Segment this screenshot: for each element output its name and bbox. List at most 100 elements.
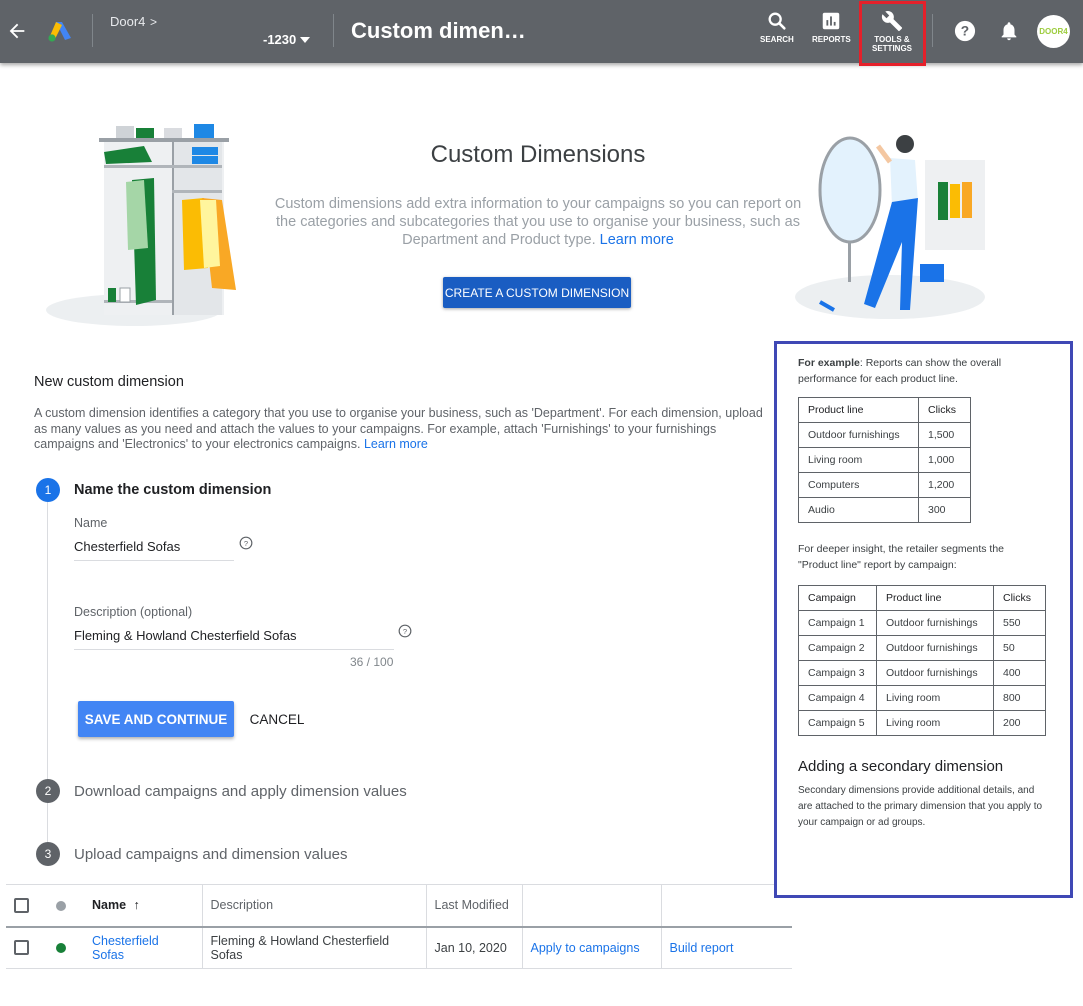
last-modified-column-header[interactable]: Last Modified bbox=[425, 884, 522, 928]
new-dimension-title: New custom dimension bbox=[34, 374, 184, 390]
name-input[interactable] bbox=[74, 539, 234, 561]
table-row: Computers 1,200 bbox=[798, 472, 971, 498]
table-cell: 300 bbox=[918, 497, 971, 523]
table-cell: Audio bbox=[798, 497, 919, 523]
create-custom-dimension-button[interactable]: CREATE A CUSTOM DIMENSION bbox=[443, 277, 631, 308]
row-apply-cell: Apply to campaigns bbox=[521, 926, 661, 969]
build-report-link[interactable]: Build report bbox=[670, 941, 734, 955]
table-cell: Outdoor furnishings bbox=[876, 635, 994, 661]
table-cell: Campaign 4 bbox=[798, 685, 877, 711]
back-arrow-icon[interactable] bbox=[6, 20, 28, 42]
search-label: SEARCH bbox=[760, 35, 794, 44]
google-ads-logo-icon[interactable] bbox=[47, 20, 73, 42]
secondary-dimension-text: Secondary dimensions provide additional … bbox=[798, 785, 1043, 828]
secondary-dimension-heading: Adding a secondary dimension bbox=[798, 758, 1004, 775]
new-dimension-description: A custom dimension identifies a category… bbox=[34, 406, 764, 453]
topbar-divider bbox=[333, 14, 334, 47]
status-header-cell bbox=[56, 884, 84, 928]
table-row: Campaign 5 Living room 200 bbox=[798, 710, 1046, 736]
table-cell: 1,200 bbox=[918, 472, 971, 498]
table-cell: Outdoor furnishings bbox=[876, 610, 994, 636]
name-column-header[interactable]: Name ↑ bbox=[84, 884, 202, 928]
row-checkbox[interactable] bbox=[14, 940, 29, 956]
status-enabled-dot bbox=[56, 943, 66, 954]
account-id-selector[interactable]: -1230 bbox=[263, 32, 296, 47]
new-dimension-learn-more-link[interactable]: Learn more bbox=[364, 437, 428, 451]
hero-title: Custom Dimensions bbox=[430, 141, 646, 168]
table-row: Campaign Product line Clicks bbox=[798, 585, 1046, 611]
table-cell: Outdoor furnishings bbox=[798, 422, 919, 448]
step-3-label[interactable]: Upload campaigns and dimension values bbox=[74, 846, 348, 863]
table-cell: 50 bbox=[993, 635, 1046, 661]
reports-label: REPORTS bbox=[812, 35, 851, 44]
notification-bell-icon[interactable] bbox=[998, 20, 1020, 42]
status-header-dot bbox=[56, 900, 66, 911]
name-column-label: Name bbox=[92, 898, 127, 913]
deeper-insight-text: For deeper insight, the retailer segment… bbox=[798, 543, 1005, 571]
help-icon[interactable]: ? bbox=[954, 20, 976, 42]
apply-column-header bbox=[521, 884, 661, 928]
topbar-divider bbox=[92, 14, 93, 47]
table-cell: Campaign 1 bbox=[798, 610, 877, 636]
search-button[interactable]: SEARCH bbox=[760, 10, 794, 44]
page-title: Custom dimen… bbox=[351, 18, 526, 43]
apply-to-campaigns-link[interactable]: Apply to campaigns bbox=[531, 941, 640, 955]
table-cell: 1,000 bbox=[918, 447, 971, 473]
row-name-link[interactable]: Chesterfield Sofas bbox=[92, 934, 159, 962]
svg-text:?: ? bbox=[961, 24, 969, 39]
name-help-icon[interactable]: ? bbox=[239, 536, 253, 550]
mirror-woman-illustration bbox=[795, 135, 985, 319]
description-field-label: Description (optional) bbox=[74, 605, 193, 619]
table-cell: 1,500 bbox=[918, 422, 971, 448]
table-cell: Computers bbox=[798, 472, 919, 498]
table-cell: Outdoor furnishings bbox=[876, 660, 994, 686]
step-1-label: Name the custom dimension bbox=[74, 482, 272, 498]
table-cell: 400 bbox=[993, 660, 1046, 686]
hero-learn-more-link[interactable]: Learn more bbox=[600, 232, 674, 248]
reports-icon bbox=[823, 12, 840, 30]
build-column-header bbox=[660, 884, 792, 928]
row-build-cell: Build report bbox=[660, 926, 792, 969]
product-line-table: Product line Clicks Outdoor furnishings 1… bbox=[798, 397, 971, 523]
table-cell: Campaign 5 bbox=[798, 710, 877, 736]
step-1-circle: 1 bbox=[36, 478, 60, 502]
hero-description-text: Custom dimensions add extra information … bbox=[274, 196, 802, 248]
table-row: Outdoor furnishings 1,500 bbox=[798, 422, 971, 448]
tools-highlight-box bbox=[859, 1, 926, 66]
name-field-label: Name bbox=[74, 516, 108, 530]
step-2-circle: 2 bbox=[36, 779, 60, 803]
table-row: Campaign 4 Living room 800 bbox=[798, 685, 1046, 711]
table-cell: Living room bbox=[876, 710, 994, 736]
caret-down-icon[interactable] bbox=[300, 37, 310, 43]
account-chevron-icon: > bbox=[150, 15, 158, 29]
row-last-modified-cell: Jan 10, 2020 bbox=[425, 926, 522, 969]
clicks-header: Clicks bbox=[918, 397, 971, 423]
table-row: Living room 1,000 bbox=[798, 447, 971, 473]
table-header-row: Name ↑ Description Last Modified bbox=[6, 884, 792, 928]
example-intro-bold: For example bbox=[798, 357, 860, 369]
table-row: Campaign 1 Outdoor furnishings 550 bbox=[798, 610, 1046, 636]
description-input[interactable] bbox=[74, 628, 394, 650]
character-counter: 36 / 100 bbox=[350, 655, 394, 669]
description-column-header[interactable]: Description bbox=[201, 884, 426, 928]
description-help-icon[interactable]: ? bbox=[398, 624, 412, 638]
topbar-divider bbox=[932, 14, 933, 47]
sort-arrow-up-icon: ↑ bbox=[133, 898, 140, 913]
select-all-cell bbox=[6, 884, 56, 928]
save-and-continue-button[interactable]: SAVE AND CONTINUE bbox=[78, 701, 234, 737]
svg-text:?: ? bbox=[403, 627, 407, 636]
table-row: Campaign 2 Outdoor furnishings 50 bbox=[798, 635, 1046, 661]
row-status-cell bbox=[56, 926, 84, 969]
table-cell: Living room bbox=[876, 685, 994, 711]
account-name[interactable]: Door4 bbox=[110, 14, 145, 29]
reports-button[interactable]: REPORTS bbox=[812, 10, 851, 44]
table-cell: 200 bbox=[993, 710, 1046, 736]
product-line-header: Product line bbox=[876, 585, 994, 611]
table-row: Product line Clicks bbox=[798, 397, 971, 423]
example-intro: For example: Reports can show the overal… bbox=[798, 355, 1048, 387]
avatar[interactable]: DOOR4 bbox=[1037, 15, 1070, 48]
step-2-label[interactable]: Download campaigns and apply dimension v… bbox=[74, 783, 407, 800]
table-row: Campaign 3 Outdoor furnishings 400 bbox=[798, 660, 1046, 686]
cancel-button[interactable]: CANCEL bbox=[243, 701, 311, 737]
select-all-checkbox[interactable] bbox=[14, 897, 29, 913]
